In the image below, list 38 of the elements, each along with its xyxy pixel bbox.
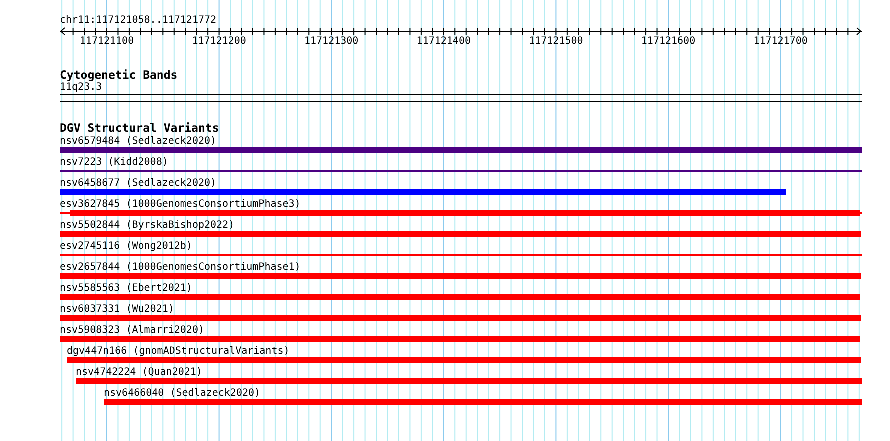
tick-label: 117121300 — [304, 36, 359, 45]
band-outline[interactable] — [60, 94, 862, 102]
feature-label: esv2657844 (1000GenomesConsortiumPhase1) — [60, 262, 301, 274]
feature-label: dgv447n166 (gnomADStructuralVariants) — [67, 346, 290, 358]
feature-label: esv2745116 (Wong2012b) — [60, 241, 192, 253]
feature-bar[interactable] — [60, 315, 861, 321]
feature-label: nsv5908323 (Almarri2020) — [60, 325, 204, 337]
feature-bar[interactable] — [76, 378, 862, 384]
feature-bar[interactable] — [67, 357, 861, 363]
feature-label: nsv5502844 (ByrskaBishop2022) — [60, 220, 235, 232]
feature-bar[interactable] — [60, 189, 786, 195]
locus-label: chr11:117121058..117121772 — [60, 15, 218, 27]
feature-label: esv3627845 (1000GenomesConsortiumPhase3) — [60, 199, 301, 211]
feature-bar[interactable] — [70, 210, 860, 216]
track-title: Cytogenetic Bands — [60, 69, 179, 82]
feature-label: nsv7223 (Kidd2008) — [60, 157, 168, 169]
feature-label: nsv6037331 (Wu2021) — [60, 304, 174, 316]
feature-line[interactable] — [60, 254, 862, 256]
band-label: 11q23.3 — [60, 82, 104, 94]
tick-label: 117121100 — [80, 36, 134, 45]
track-title: DGV Structural Variants — [60, 122, 220, 135]
tick-label: 117121200 — [192, 36, 246, 45]
feature-bar[interactable] — [60, 336, 860, 342]
tick-label: 117121500 — [529, 36, 584, 45]
feature-line[interactable] — [60, 170, 862, 172]
tick-label: 117121600 — [641, 36, 696, 45]
feature-label: nsv4742224 (Quan2021) — [76, 367, 202, 379]
feature-bar[interactable] — [60, 273, 861, 279]
tick-label: 117121700 — [754, 36, 808, 45]
feature-bar[interactable] — [60, 231, 861, 237]
feature-label: nsv6466040 (Sedlazeck2020) — [104, 388, 261, 400]
feature-label: nsv6458677 (Sedlazeck2020) — [60, 178, 217, 190]
feature-bar[interactable] — [60, 147, 862, 153]
tick-label: 117121400 — [416, 36, 471, 45]
feature-label: nsv6579484 (Sedlazeck2020) — [60, 136, 217, 148]
feature-bar[interactable] — [60, 294, 860, 300]
feature-label: nsv5585563 (Ebert2021) — [60, 283, 192, 295]
feature-bar[interactable] — [104, 399, 862, 405]
